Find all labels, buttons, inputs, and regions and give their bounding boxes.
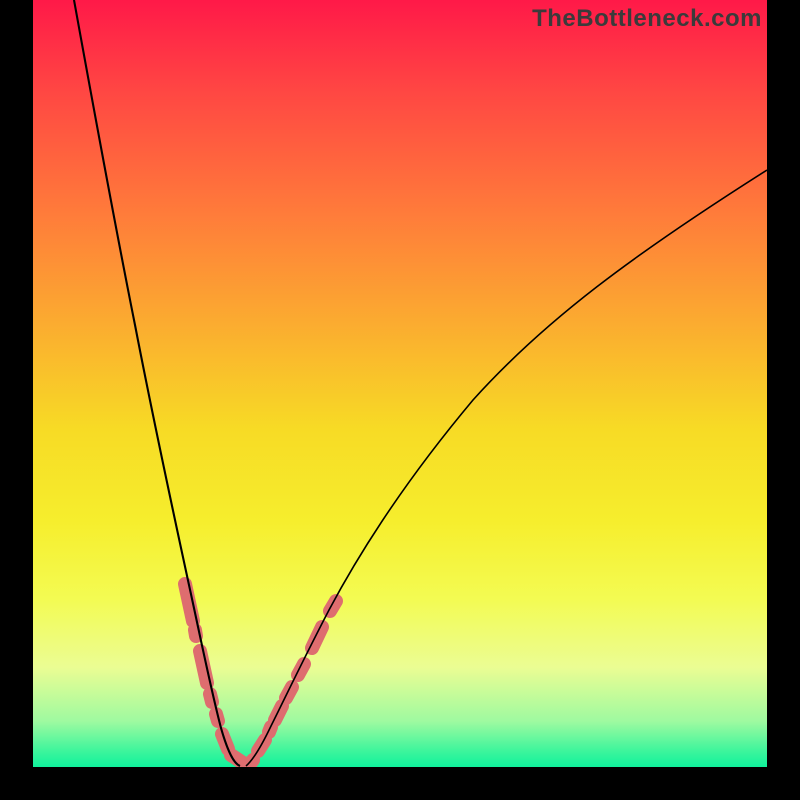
plot-gradient-background xyxy=(33,0,767,767)
watermark-text: TheBottleneck.com xyxy=(532,5,762,33)
chart-container: TheBottleneck.com xyxy=(0,0,800,800)
